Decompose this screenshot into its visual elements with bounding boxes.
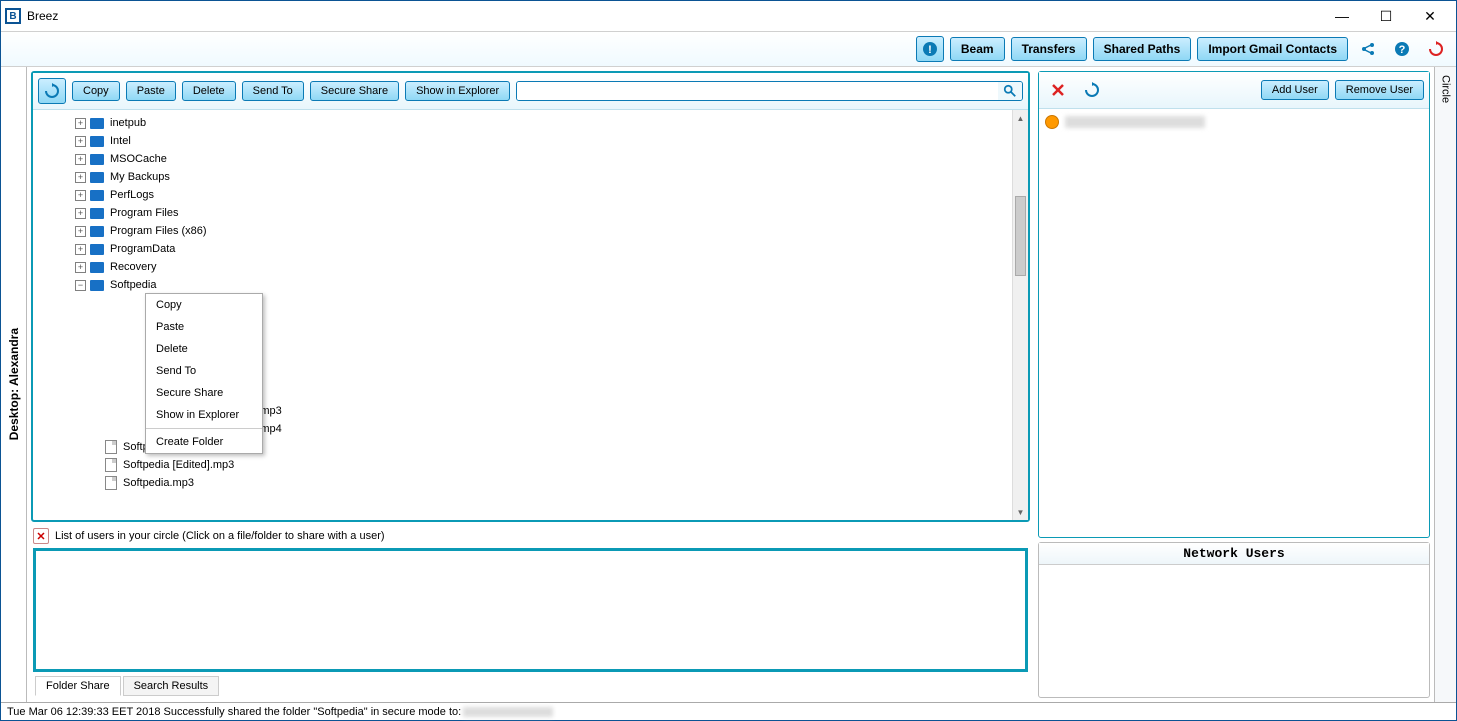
tree-folder[interactable]: +ProgramData [41, 240, 1008, 258]
paste-button[interactable]: Paste [126, 81, 176, 101]
tree-folder[interactable]: +Intel [41, 132, 1008, 150]
window-title: Breez [27, 9, 58, 23]
folder-icon [90, 190, 104, 201]
file-toolbar: Copy Paste Delete Send To Secure Share S… [33, 73, 1028, 110]
app-icon: B [5, 8, 21, 24]
transfers-button[interactable]: Transfers [1011, 37, 1087, 61]
status-bar: Tue Mar 06 12:39:33 EET 2018 Successfull… [1, 702, 1456, 720]
tree-folder[interactable]: +PerfLogs [41, 186, 1008, 204]
circle-users-list[interactable] [33, 548, 1028, 672]
userlist-header: List of users in your circle (Click on a… [55, 530, 385, 542]
show-in-explorer-button[interactable]: Show in Explorer [405, 81, 510, 101]
folder-icon [90, 208, 104, 219]
folder-icon [90, 280, 104, 291]
expand-icon[interactable]: + [75, 244, 86, 255]
folder-icon [90, 172, 104, 183]
remove-user-button[interactable]: Remove User [1335, 80, 1424, 100]
folder-icon [90, 118, 104, 129]
tree-folder[interactable]: +Program Files (x86) [41, 222, 1008, 240]
file-icon [105, 458, 117, 472]
file-icon [105, 476, 117, 490]
expand-icon[interactable]: + [75, 136, 86, 147]
network-users-panel: Network Users [1038, 542, 1430, 698]
refresh-red-icon[interactable] [1422, 36, 1450, 62]
circle-user-item[interactable] [1043, 113, 1425, 131]
beam-button[interactable]: Beam [950, 37, 1005, 61]
ctx-sendto[interactable]: Send To [146, 360, 262, 382]
folder-icon [90, 154, 104, 165]
close-userlist-icon[interactable]: ✕ [33, 528, 49, 544]
ctx-secure-share[interactable]: Secure Share [146, 382, 262, 404]
close-button[interactable]: ✕ [1408, 2, 1452, 30]
search-input[interactable] [517, 82, 998, 100]
tree-folder[interactable]: +My Backups [41, 168, 1008, 186]
scroll-up-icon[interactable]: ▲ [1013, 110, 1028, 126]
tree-file[interactable]: Softpedia.mp3 [41, 474, 1008, 492]
ctx-copy[interactable]: Copy [146, 294, 262, 316]
ctx-create-folder[interactable]: Create Folder [146, 431, 262, 453]
import-gmail-button[interactable]: Import Gmail Contacts [1197, 37, 1348, 61]
expand-icon[interactable]: + [75, 226, 86, 237]
scrollbar[interactable]: ▲▼ [1012, 110, 1028, 520]
svg-text:!: ! [928, 44, 932, 56]
svg-text:?: ? [1399, 44, 1406, 56]
expand-icon[interactable]: + [75, 262, 86, 273]
delete-button[interactable]: Delete [182, 81, 236, 101]
folder-icon [90, 136, 104, 147]
add-user-button[interactable]: Add User [1261, 80, 1329, 100]
file-browser-panel: Copy Paste Delete Send To Secure Share S… [31, 71, 1030, 522]
network-users-header: Network Users [1039, 543, 1429, 565]
collapse-icon[interactable]: − [75, 280, 86, 291]
tab-search-results[interactable]: Search Results [123, 676, 220, 696]
alert-icon[interactable]: ! [916, 36, 944, 62]
shared-paths-button[interactable]: Shared Paths [1093, 37, 1192, 61]
search-icon[interactable] [998, 82, 1022, 100]
tree-folder[interactable]: +Recovery [41, 258, 1008, 276]
network-users-list[interactable] [1039, 565, 1429, 697]
search-box[interactable] [516, 81, 1023, 101]
tree-folder[interactable]: −Softpedia [41, 276, 1008, 294]
folder-icon [90, 226, 104, 237]
file-icon [105, 440, 117, 454]
ctx-show-explorer[interactable]: Show in Explorer [146, 404, 262, 426]
titlebar: B Breez — ☐ ✕ [1, 1, 1456, 31]
scroll-down-icon[interactable]: ▼ [1013, 504, 1028, 520]
user-name-redacted [1065, 116, 1205, 128]
left-vertical-label: Desktop: Alexandra [1, 67, 27, 702]
expand-icon[interactable]: + [75, 172, 86, 183]
copy-button[interactable]: Copy [72, 81, 120, 101]
expand-icon[interactable]: + [75, 190, 86, 201]
context-menu[interactable]: Copy Paste Delete Send To Secure Share S… [145, 293, 263, 454]
top-toolbar: ! Beam Transfers Shared Paths Import Gma… [1, 31, 1456, 67]
delete-user-icon[interactable] [1044, 77, 1072, 103]
tree-file[interactable]: Softpedia [Edited].mp3 [41, 456, 1008, 474]
expand-icon[interactable]: + [75, 208, 86, 219]
folder-icon [90, 244, 104, 255]
secure-share-button[interactable]: Secure Share [310, 81, 399, 101]
help-icon[interactable]: ? [1388, 36, 1416, 62]
refresh-icon[interactable] [38, 78, 66, 104]
minimize-button[interactable]: — [1320, 2, 1364, 30]
ctx-delete[interactable]: Delete [146, 338, 262, 360]
tree-folder[interactable]: +inetpub [41, 114, 1008, 132]
expand-icon[interactable]: + [75, 154, 86, 165]
folder-tree[interactable]: +inetpub +Intel +MSOCache +My Backups +P… [33, 110, 1012, 520]
ctx-paste[interactable]: Paste [146, 316, 262, 338]
refresh-users-icon[interactable] [1078, 77, 1106, 103]
sendto-button[interactable]: Send To [242, 81, 304, 101]
maximize-button[interactable]: ☐ [1364, 2, 1408, 30]
folder-icon [90, 262, 104, 273]
status-redacted [463, 707, 553, 717]
user-icon [1045, 115, 1059, 129]
circle-panel: Add User Remove User [1038, 71, 1430, 538]
tree-folder[interactable]: +MSOCache [41, 150, 1008, 168]
share-icon[interactable] [1354, 36, 1382, 62]
scroll-thumb[interactable] [1015, 196, 1026, 276]
right-vertical-label[interactable]: Circle [1434, 67, 1456, 702]
tree-folder[interactable]: +Program Files [41, 204, 1008, 222]
expand-icon[interactable]: + [75, 118, 86, 129]
tab-folder-share[interactable]: Folder Share [35, 676, 121, 696]
